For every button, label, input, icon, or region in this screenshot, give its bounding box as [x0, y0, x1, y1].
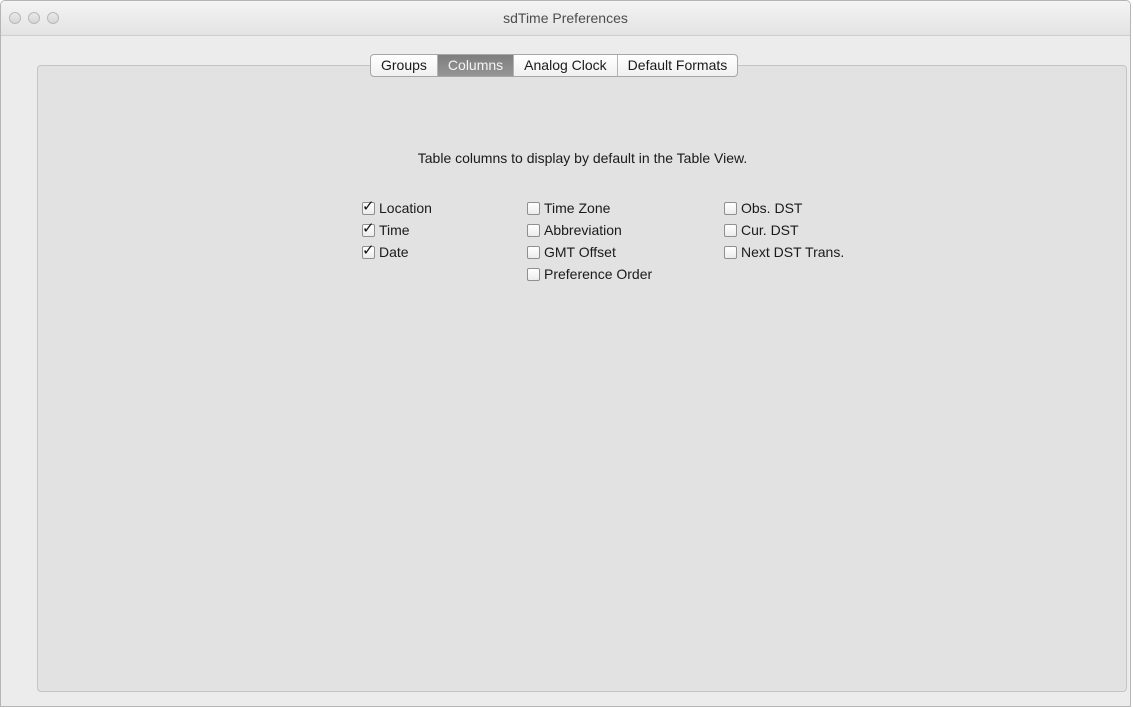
checkbox-label[interactable]: Preference Order — [544, 266, 652, 282]
checkbox-box[interactable] — [527, 223, 540, 237]
checkbox-gmt-offset[interactable]: GMT Offset — [527, 241, 652, 263]
checkbox-label[interactable]: Time — [379, 222, 410, 238]
checkbox-time[interactable]: ✓ Time — [362, 219, 432, 241]
checkbox-obs-dst[interactable]: Obs. DST — [724, 197, 844, 219]
checkbox-next-dst-trans[interactable]: Next DST Trans. — [724, 241, 844, 263]
tab-analog-clock[interactable]: Analog Clock — [514, 55, 618, 76]
checkbox-box[interactable]: ✓ — [362, 197, 375, 215]
checkbox-box[interactable]: ✓ — [362, 241, 375, 259]
checkbox-label[interactable]: Time Zone — [544, 200, 610, 216]
checkbox-column-dst: Obs. DST Cur. DST Next DST Trans. — [724, 197, 844, 263]
checkbox-box[interactable]: ✓ — [362, 219, 375, 237]
window-title: sdTime Preferences — [503, 10, 628, 26]
checkbox-cur-dst[interactable]: Cur. DST — [724, 219, 844, 241]
columns-description: Table columns to display by default in t… — [417, 150, 748, 166]
checkbox-box[interactable] — [724, 201, 737, 215]
checkmark-icon: ✓ — [362, 218, 375, 237]
checkbox-label[interactable]: GMT Offset — [544, 244, 616, 260]
checkbox-label[interactable]: Location — [379, 200, 432, 216]
checkbox-label[interactable]: Abbreviation — [544, 222, 622, 238]
tab-default-formats[interactable]: Default Formats — [618, 55, 738, 76]
title-bar: sdTime Preferences — [1, 1, 1130, 36]
checkbox-date[interactable]: ✓ Date — [362, 241, 432, 263]
tab-columns[interactable]: Columns — [437, 55, 515, 76]
checkbox-label[interactable]: Date — [379, 244, 409, 260]
preferences-tab-bar: Groups Columns Analog Clock Default Form… — [370, 54, 739, 77]
checkbox-column-timezone: Time Zone Abbreviation GMT Offset Prefer… — [527, 197, 652, 285]
checkbox-label[interactable]: Cur. DST — [741, 222, 799, 238]
checkbox-preference-order[interactable]: Preference Order — [527, 263, 652, 285]
checkbox-location[interactable]: ✓ Location — [362, 197, 432, 219]
checkbox-label[interactable]: Obs. DST — [741, 200, 802, 216]
checkbox-box[interactable] — [527, 245, 540, 259]
checkbox-column-basic: ✓ Location ✓ Time ✓ Date — [362, 197, 432, 263]
checkmark-icon: ✓ — [362, 196, 375, 215]
checkbox-box[interactable] — [527, 201, 540, 215]
checkbox-box[interactable] — [724, 223, 737, 237]
checkbox-label[interactable]: Next DST Trans. — [741, 244, 844, 260]
preferences-window: sdTime Preferences Groups Columns Analog… — [0, 0, 1131, 707]
checkbox-box[interactable] — [724, 245, 737, 259]
tab-groups[interactable]: Groups — [371, 55, 438, 76]
checkbox-box[interactable] — [527, 267, 540, 281]
checkbox-abbreviation[interactable]: Abbreviation — [527, 219, 652, 241]
checkbox-time-zone[interactable]: Time Zone — [527, 197, 652, 219]
checkmark-icon: ✓ — [362, 240, 375, 259]
